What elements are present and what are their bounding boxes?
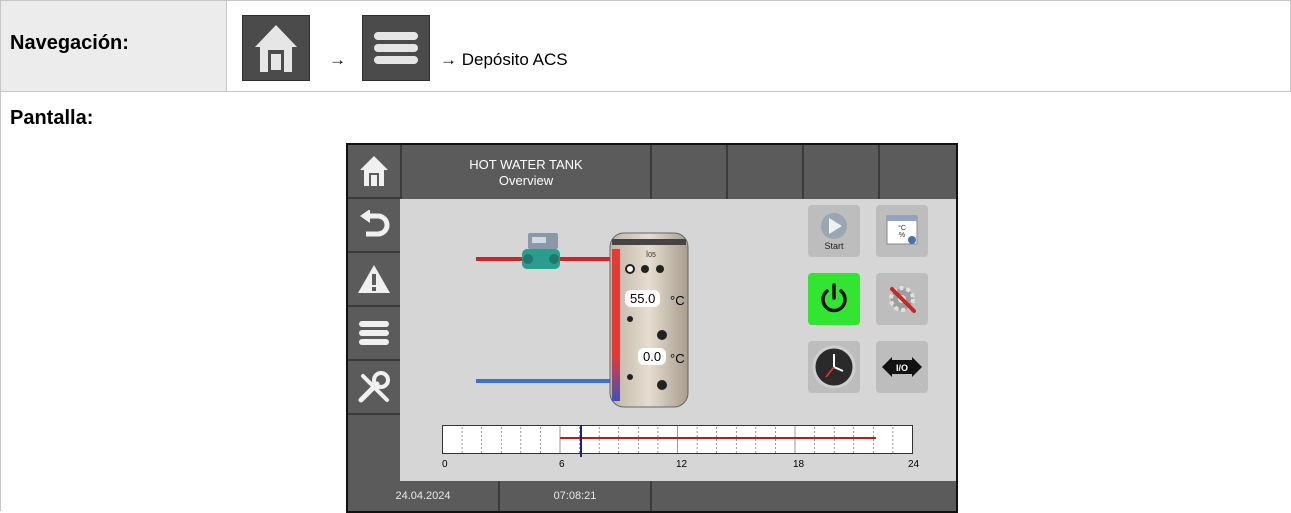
timeline-current-marker: [580, 425, 582, 457]
power-button[interactable]: [808, 273, 860, 325]
breadcrumb-target: → Depósito ACS: [440, 50, 568, 69]
pump-icon: [522, 233, 560, 269]
top-tab-2[interactable]: [726, 145, 802, 199]
menu-icon: [374, 32, 418, 64]
start-label: Start: [824, 241, 844, 251]
warning-icon: [358, 265, 390, 293]
clock-icon: [812, 345, 856, 389]
svg-text:ꟾ05: ꟾ05: [646, 250, 656, 259]
title-cell: HOT WATER TANK Overview: [400, 145, 650, 199]
navigation-label: Navegación:: [10, 32, 129, 54]
timeline-schedule-bar: [560, 437, 876, 439]
svg-text:°C: °C: [898, 224, 906, 232]
settings-icon: [889, 286, 916, 313]
service-button[interactable]: [348, 361, 400, 415]
bottom-temperature-unit: °C: [670, 351, 685, 366]
home-nav-button[interactable]: [242, 15, 310, 81]
menu-icon: [359, 321, 389, 345]
clock-button[interactable]: [808, 341, 860, 393]
cold-pipe: [476, 379, 610, 383]
screen-label: Pantalla:: [10, 107, 94, 129]
table-border-mid: [0, 91, 1291, 92]
io-icon: I/O: [882, 357, 922, 377]
timeline-tick-0: 0: [442, 459, 448, 470]
menu-nav-button[interactable]: [362, 15, 430, 81]
start-button[interactable]: Start: [808, 205, 860, 257]
display-settings-icon: °C %: [886, 215, 918, 245]
timeline-tick-18: 18: [793, 459, 805, 470]
display-settings-button[interactable]: °C %: [876, 205, 928, 257]
menu-button[interactable]: [348, 307, 400, 361]
svg-text:%: %: [899, 232, 905, 239]
status-bar: 24.04.2024 07:08:21: [348, 481, 956, 511]
table-border-top: [0, 0, 1291, 1]
top-tab-1[interactable]: [650, 145, 726, 199]
sidebar: [348, 145, 400, 481]
screen-subtitle: Overview: [498, 173, 554, 188]
device-screen: HOT WATER TANK Overview ꟾ05 55.0 °C 0.0 …: [346, 143, 958, 513]
screen-title: HOT WATER TANK: [469, 157, 583, 172]
home-button[interactable]: [348, 145, 400, 199]
top-temperature-unit: °C: [670, 293, 685, 308]
power-icon: [821, 283, 847, 313]
tools-icon: [358, 371, 390, 403]
sidebar-empty-slot: [348, 415, 400, 481]
home-icon: [255, 25, 297, 72]
table-border-col: [226, 0, 227, 91]
settings-button[interactable]: [876, 273, 928, 325]
status-time: 07:08:21: [500, 481, 652, 511]
timeline: [442, 425, 913, 457]
hot-water-tank: ꟾ05: [609, 232, 689, 408]
back-icon: [360, 210, 390, 237]
io-label: I/O: [896, 363, 908, 373]
io-button[interactable]: I/O: [876, 341, 928, 393]
top-tab-3[interactable]: [802, 145, 878, 199]
alarm-button[interactable]: [348, 253, 400, 307]
home-icon: [360, 156, 388, 186]
top-tab-4[interactable]: [878, 145, 956, 199]
table-border-left: [0, 0, 1, 511]
start-icon: Start: [821, 213, 847, 251]
timeline-tick-6: 6: [559, 459, 565, 470]
top-temperature: 55.0: [625, 290, 661, 307]
breadcrumb-arrow: →: [329, 50, 346, 69]
top-bar: HOT WATER TANK Overview: [400, 145, 956, 199]
bottom-temperature: 0.0: [638, 348, 667, 365]
timeline-tick-24: 24: [908, 459, 920, 470]
timeline-tick-12: 12: [676, 459, 688, 470]
status-date: 24.04.2024: [348, 481, 500, 511]
back-button[interactable]: [348, 199, 400, 253]
